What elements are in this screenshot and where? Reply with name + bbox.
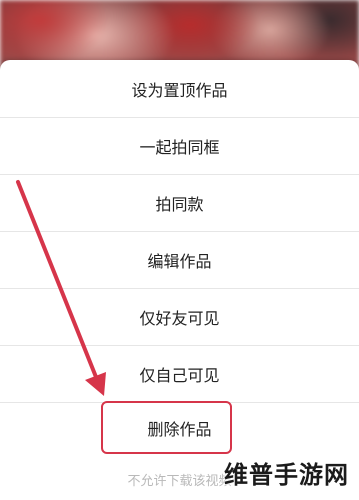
menu-item-pin-work[interactable]: 设为置顶作品 (0, 61, 359, 117)
watermark-logo: 维普手游网 (224, 461, 349, 489)
menu-item-duet[interactable]: 一起拍同框 (0, 118, 359, 174)
menu-item-label: 仅好友可见 (139, 309, 220, 328)
highlight-box (101, 401, 232, 454)
menu-item-label: 编辑作品 (147, 252, 212, 271)
menu-item-label: 仅自己可见 (139, 366, 220, 385)
menu-item-friends-only[interactable]: 仅好友可见 (0, 289, 359, 345)
menu-item-self-only[interactable]: 仅自己可见 (0, 346, 359, 402)
menu-item-edit-work[interactable]: 编辑作品 (0, 232, 359, 288)
menu-item-label: 设为置顶作品 (131, 81, 228, 100)
menu-item-label: 一起拍同框 (139, 138, 220, 157)
menu-item-label: 拍同款 (155, 195, 204, 214)
menu-item-same-style[interactable]: 拍同款 (0, 175, 359, 231)
